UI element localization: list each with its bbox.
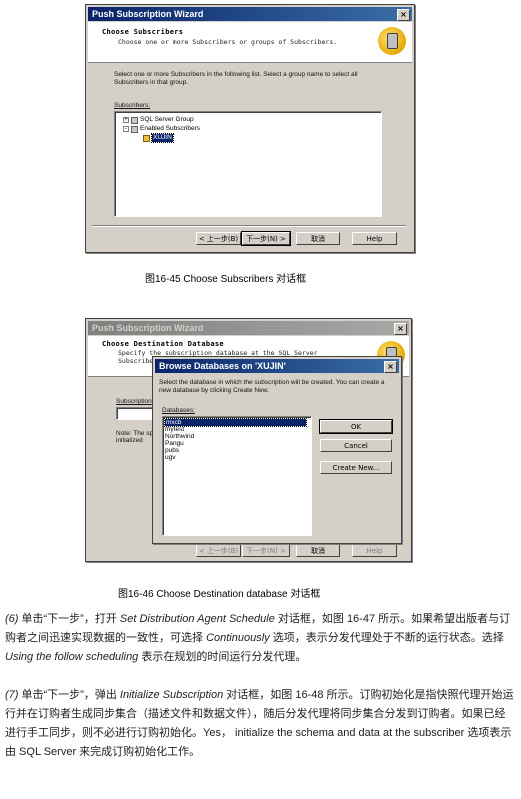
create-new-button[interactable]: Create New... bbox=[320, 461, 392, 474]
next-button[interactable]: 下一步(N) > bbox=[241, 231, 291, 246]
figure-caption-16-45: 图16-45 Choose Subscribers 对话框 bbox=[145, 274, 307, 285]
paragraph-step-6: (6) 单击“下一步”，打开 Set Distribution Agent Sc… bbox=[5, 613, 511, 663]
tree-item-xujin[interactable]: XUJIN bbox=[143, 133, 174, 143]
list-item[interactable]: mytest bbox=[165, 426, 184, 433]
step-number: (6) bbox=[5, 613, 19, 625]
list-item[interactable]: mxcb bbox=[164, 418, 307, 427]
subscribers-label: Subscribers: bbox=[114, 102, 151, 109]
help-button[interactable]: Help bbox=[352, 232, 397, 245]
page-title: Choose Destination Database bbox=[102, 340, 224, 348]
back-button[interactable]: < 上一步(B) bbox=[196, 232, 241, 245]
push-subscription-wizard-dialog: Push Subscription Wizard × Choose Subscr… bbox=[85, 4, 415, 253]
browse-instruction: Select the database in which the subscri… bbox=[159, 379, 385, 394]
dialog-title-bar: Push Subscription Wizard bbox=[88, 7, 412, 21]
button-separator bbox=[92, 225, 406, 227]
tree-item-sql-server-group[interactable]: + SQL Server Group bbox=[123, 116, 194, 124]
list-item[interactable]: ugv bbox=[165, 454, 175, 461]
wizard-header: Choose Subscribers Choose one or more Su… bbox=[88, 22, 412, 63]
close-icon[interactable]: × bbox=[394, 323, 407, 335]
subscription-label: Subscription bbox=[116, 398, 152, 405]
step-number: (7) bbox=[5, 689, 19, 701]
tree-item-label: XUJIN bbox=[151, 133, 174, 143]
browse-title-bar: Browse Databases on 'XUJIN' bbox=[155, 359, 399, 373]
expand-icon[interactable]: + bbox=[123, 117, 129, 123]
wizard-database-icon bbox=[378, 27, 406, 55]
cancel-button[interactable]: 取消 bbox=[296, 544, 340, 557]
page-subtitle: Choose one or more Subscribers or groups… bbox=[118, 38, 338, 46]
tree-item-label: SQL Server Group bbox=[140, 116, 194, 123]
ok-button[interactable]: OK bbox=[319, 419, 393, 434]
figure-caption-16-46: 图16-46 Choose Destination database 对话框 bbox=[118, 589, 321, 600]
paragraph-step-7: (7) 单击“下一步”，弹出 Initialize Subscription 对… bbox=[5, 689, 514, 758]
databases-list[interactable]: mxcb mytest Northwind Pangu pubs ugv bbox=[162, 416, 312, 536]
cancel-button[interactable]: Cancel bbox=[320, 439, 392, 452]
back-button[interactable]: < 上一步(B) bbox=[196, 544, 241, 557]
help-button[interactable]: Help bbox=[352, 544, 397, 557]
instruction-text: Select one or more Subscribers in the fo… bbox=[114, 71, 358, 86]
list-item[interactable]: Northwind bbox=[165, 433, 194, 440]
cancel-button[interactable]: 取消 bbox=[296, 232, 340, 245]
close-icon[interactable]: × bbox=[384, 361, 397, 373]
dialog-title-bar: Push Subscription Wizard bbox=[88, 321, 409, 335]
page-title: Choose Subscribers bbox=[102, 28, 184, 36]
collapse-icon[interactable]: - bbox=[123, 126, 129, 132]
next-button[interactable]: 下一步(N) > bbox=[242, 544, 290, 557]
list-item[interactable]: pubs bbox=[165, 447, 179, 454]
server-group-icon bbox=[131, 116, 138, 124]
tree-item-label: Enabled Subscribers bbox=[140, 125, 200, 132]
note-text-2: initialized bbox=[116, 437, 143, 444]
server-icon bbox=[143, 134, 150, 142]
subscribers-tree[interactable]: + SQL Server Group - Enabled Subscribers… bbox=[114, 111, 382, 217]
tree-item-enabled-subscribers[interactable]: - Enabled Subscribers bbox=[123, 125, 200, 133]
subscribers-folder-icon bbox=[131, 125, 138, 133]
close-icon[interactable]: × bbox=[397, 9, 410, 21]
list-item[interactable]: Pangu bbox=[165, 440, 184, 447]
subscription-db-input[interactable] bbox=[116, 407, 156, 420]
databases-label: Databases: bbox=[162, 407, 195, 414]
browse-databases-dialog: Browse Databases on 'XUJIN' × Select the… bbox=[152, 356, 402, 544]
